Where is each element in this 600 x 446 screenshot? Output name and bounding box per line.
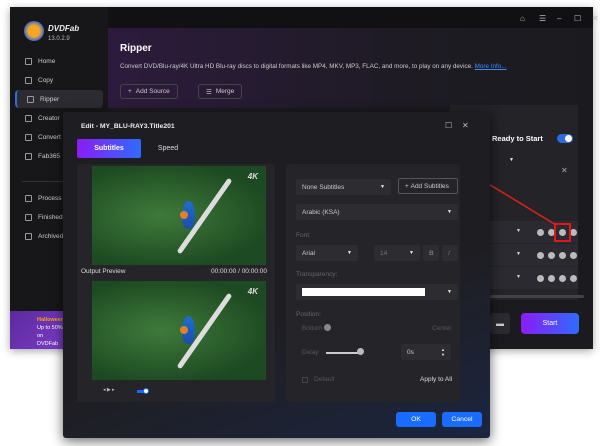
position-slider-handle[interactable] [324, 324, 331, 331]
position-bottom-label: Bottom [302, 325, 323, 332]
4k-badge: 4K [247, 287, 258, 296]
chevron-down-icon: ▼ [447, 209, 452, 215]
add-subtitles-button[interactable]: + Add Subtitles [398, 178, 458, 194]
output-preview-label: Output Preview [81, 268, 126, 275]
default-checkbox[interactable] [302, 377, 308, 383]
subtitle-select[interactable]: None Subtitles ▼ [296, 179, 391, 195]
select-value: 14 [380, 249, 388, 257]
font-label: Font: [296, 232, 311, 239]
font-size-select[interactable]: 14 ▼ [374, 245, 420, 261]
italic-button[interactable]: I [442, 245, 458, 261]
position-center-label: Center [432, 325, 452, 332]
color-swatch [302, 288, 425, 296]
dialog-title: Edit - MY_BLU-RAY3.Title201 [81, 123, 175, 130]
font-select[interactable]: Arial ▼ [296, 245, 358, 261]
delay-slider-handle[interactable] [357, 348, 364, 355]
output-preview-image: 4K [92, 281, 266, 380]
chevron-down-icon: ▼ [347, 250, 352, 256]
default-label: Default [314, 376, 335, 383]
select-value: None Subtitles [302, 183, 345, 191]
chevron-down-icon: ▼ [380, 184, 385, 190]
stepper-arrows-icon[interactable]: ▲ ▼ [441, 347, 445, 357]
close-icon[interactable]: ✕ [462, 121, 469, 130]
select-value: Arabic (KSA) [302, 208, 340, 216]
edit-dialog: Edit - MY_BLU-RAY3.Title201 ☐ ✕ Subtitle… [63, 112, 490, 438]
4k-badge: 4K [247, 172, 258, 181]
delay-stepper[interactable]: 0s ▲ ▼ [401, 344, 451, 360]
seek-handle[interactable] [143, 388, 149, 394]
preview-panel: 4K Output Preview 00:00:00 / 00:00:00 4K… [77, 164, 275, 402]
tab-speed[interactable]: Speed [136, 139, 200, 158]
language-select[interactable]: Arabic (KSA) ▼ [296, 204, 458, 220]
playback-controls[interactable]: ◂ ▶ ▸ [103, 387, 115, 393]
chevron-down-icon: ▼ [447, 289, 452, 295]
maximize-icon[interactable]: ☐ [445, 121, 452, 130]
subtitle-settings-panel: None Subtitles ▼ + Add Subtitles Arabic (… [286, 164, 460, 402]
chevron-down-icon: ▼ [409, 250, 414, 256]
button-label: Add Subtitles [410, 182, 449, 190]
transparency-label: Transparency: [296, 271, 338, 278]
transparency-select[interactable]: ▼ [296, 284, 458, 300]
tab-subtitles[interactable]: Subtitles [77, 139, 141, 158]
cancel-button[interactable]: Cancel [442, 412, 482, 427]
select-value: Arial [302, 249, 316, 257]
preview-time: 00:00:00 / 00:00:00 [210, 268, 267, 275]
stepper-value: 0s [407, 348, 414, 356]
source-preview-image: 4K [92, 166, 266, 265]
apply-to-all-button[interactable]: Apply to All [420, 376, 452, 383]
delay-slider[interactable] [326, 352, 360, 354]
bold-button[interactable]: B [423, 245, 439, 261]
position-label: Position: [296, 311, 321, 318]
delay-label: Delay [302, 349, 319, 356]
ok-button[interactable]: OK [396, 412, 436, 427]
